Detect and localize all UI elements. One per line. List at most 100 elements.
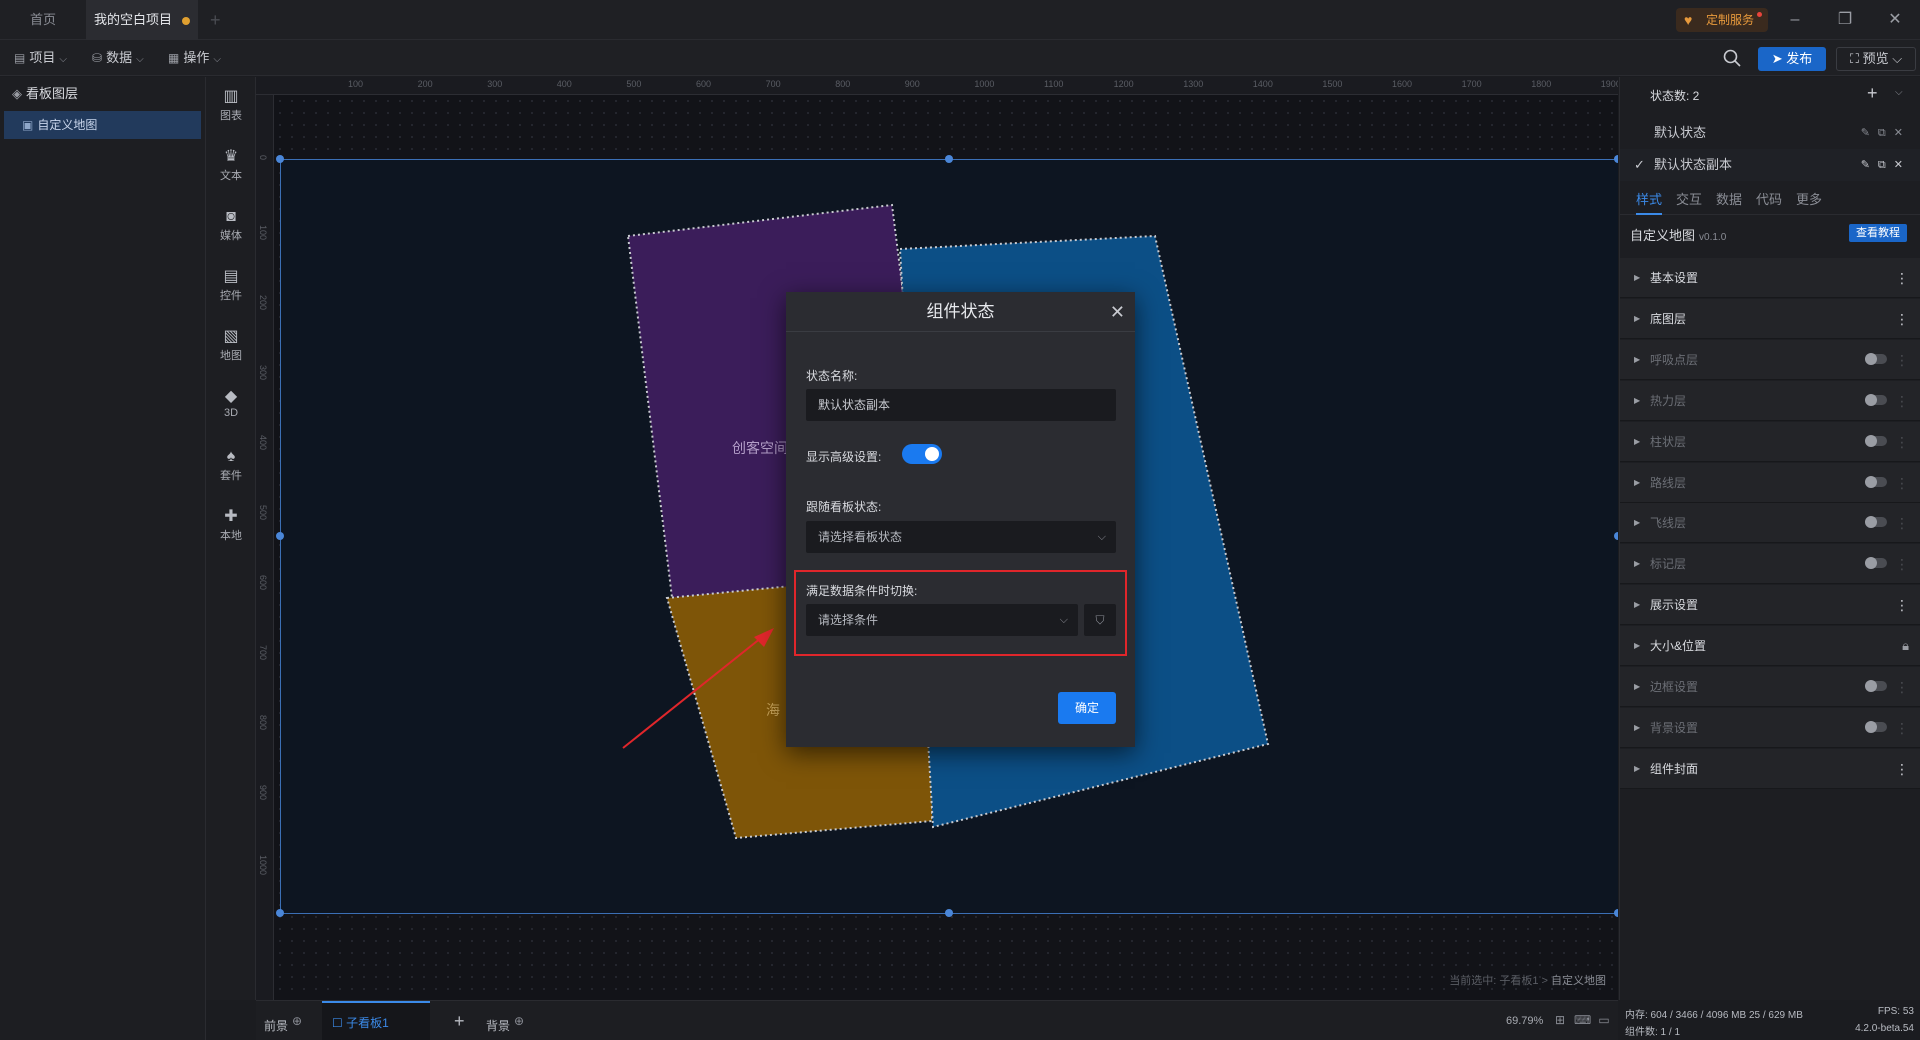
component-chart[interactable]: ▥ 图表 (206, 87, 256, 123)
component-media[interactable]: ◙ 媒体 (206, 207, 256, 243)
selection-path: 当前选中: 子看板1 > 自定义地图 (1449, 972, 1606, 988)
state-row-active[interactable]: ✓ 默认状态副本 ✎⧉✕ (1620, 149, 1920, 181)
layers-header: ◈ 看板图层 (0, 77, 205, 111)
keyboard-icon[interactable]: ⌨ (1574, 1013, 1591, 1029)
state-actions[interactable]: ✎⧉✕ (1861, 149, 1911, 181)
tab-interaction[interactable]: 交互 (1676, 185, 1702, 215)
tab-label: 样式 (1636, 192, 1663, 207)
tab-code[interactable]: 代码 (1756, 185, 1782, 215)
component-local[interactable]: ✚ 本地 (206, 507, 256, 543)
title-bar: 首页 我的空白项目 + ♥ 定制服务 – ❐ ✕ (0, 0, 1920, 40)
settings-section[interactable]: ▶ 边框设置 ⋮ (1620, 667, 1920, 707)
more-vertical-icon[interactable]: ⋮ (1895, 544, 1909, 584)
settings-section[interactable]: ▶ 标记层 ⋮ (1620, 544, 1920, 585)
tab-home[interactable]: 首页 (0, 0, 86, 40)
settings-section[interactable]: ▶ 底图层 ⋮ (1620, 298, 1920, 339)
condition-select[interactable]: 请选择条件 ⌵ (806, 604, 1078, 636)
chevron-down-icon: ⌵ (1097, 531, 1106, 543)
close-window-icon[interactable]: ✕ (1870, 0, 1920, 40)
chevron-down-icon[interactable]: ⌵ (1895, 87, 1903, 98)
more-vertical-icon[interactable]: ⋮ (1895, 463, 1909, 503)
section-toggle[interactable] (1865, 352, 1887, 365)
preview-button[interactable]: ⛶ 预览 ⌵ (1836, 47, 1916, 71)
add-circle-icon[interactable]: ⊕ (292, 1014, 302, 1028)
more-vertical-icon[interactable]: ⋮ (1895, 340, 1909, 380)
search-icon[interactable] (1722, 48, 1742, 68)
more-vertical-icon[interactable]: ⋮ (1895, 585, 1909, 625)
status-stats: 内存: 604 / 3466 / 4096 MB 25 / 629 MB FPS… (1619, 1000, 1920, 1040)
settings-section[interactable]: ▶ 热力层 ⋮ (1620, 380, 1920, 421)
custom-service-button[interactable]: ♥ 定制服务 (1676, 8, 1768, 32)
section-toggle[interactable] (1865, 557, 1887, 570)
zoom-level[interactable]: 69.79% (1506, 1001, 1543, 1040)
section-toggle[interactable] (1865, 434, 1887, 447)
add-tab-icon[interactable]: + (210, 0, 221, 40)
add-circle-icon[interactable]: ⊕ (514, 1014, 524, 1028)
lock-icon[interactable]: 🔒︎ (1902, 626, 1909, 666)
section-toggle[interactable] (1865, 720, 1887, 733)
board-state-select[interactable]: 请选择看板状态 ⌵ (806, 521, 1116, 553)
settings-section[interactable]: ▶ 组件封面 ⋮ (1620, 748, 1920, 789)
advanced-settings-toggle[interactable] (902, 444, 942, 464)
settings-section[interactable]: ▶ 呼吸点层 ⋮ (1620, 339, 1920, 380)
more-vertical-icon[interactable]: ⋮ (1895, 258, 1909, 298)
more-vertical-icon[interactable]: ⋮ (1895, 299, 1909, 339)
tab-background[interactable]: 背景 ⊕ (486, 1001, 524, 1040)
publish-button[interactable]: ➤ 发布 (1758, 47, 1826, 71)
tab-project[interactable]: 我的空白项目 (86, 0, 198, 40)
filter-condition-button[interactable]: ⛉ (1084, 604, 1116, 636)
section-toggle[interactable] (1865, 680, 1887, 692)
terminal-icon[interactable]: ▭ (1596, 1013, 1612, 1029)
settings-section[interactable]: ▶ 路线层 ⋮ (1620, 462, 1920, 503)
section-toggle[interactable] (1865, 516, 1887, 529)
tab-data[interactable]: 数据 (1716, 185, 1742, 215)
tab-style[interactable]: 样式 (1636, 185, 1663, 215)
add-state-icon[interactable]: + (1867, 83, 1878, 104)
menu-data[interactable]: ⛁ 数据 ⌵ (92, 40, 144, 76)
menu-operation[interactable]: ▦ 操作 ⌵ (168, 40, 221, 76)
tab-sub-board-1[interactable]: ☐ 子看板1 (322, 1001, 430, 1040)
more-vertical-icon[interactable]: ⋮ (1895, 422, 1909, 462)
component-text[interactable]: ♛ 文本 (206, 147, 256, 183)
settings-section[interactable]: ▶ 飞线层 ⋮ (1620, 503, 1920, 544)
section-toggle[interactable] (1865, 393, 1887, 406)
more-vertical-icon[interactable]: ⋮ (1895, 381, 1909, 421)
component-kit[interactable]: ♠ 套件 (206, 447, 256, 483)
component-control[interactable]: ▤ 控件 (206, 267, 256, 303)
restore-icon[interactable]: ❐ (1820, 0, 1870, 40)
more-vertical-icon[interactable]: ⋮ (1895, 667, 1909, 707)
settings-section[interactable]: ▶ 大小&位置 🔒︎ (1620, 626, 1920, 667)
state-label: 默认状态 (1654, 125, 1707, 140)
settings-section[interactable]: ▶ 基本设置 ⋮ (1620, 258, 1920, 298)
view-tutorial-button[interactable]: 查看教程 (1849, 224, 1907, 242)
tab-label: 更多 (1796, 192, 1823, 207)
menu-project[interactable]: ▤ 项目 ⌵ (14, 40, 67, 76)
layer-item-custom-map[interactable]: ▣ 自定义地图 (4, 111, 201, 139)
component-3d[interactable]: ◆ 3D (206, 387, 256, 419)
more-vertical-icon[interactable]: ⋮ (1895, 708, 1909, 748)
settings-section[interactable]: ▶ 背景设置 ⋮ (1620, 707, 1920, 748)
selection-prefix: 当前选中: 子看板1 > (1449, 975, 1548, 987)
expand-triangle-icon: ▶ (1634, 354, 1641, 364)
settings-section[interactable]: ▶ 柱状层 ⋮ (1620, 421, 1920, 462)
more-vertical-icon[interactable]: ⋮ (1895, 749, 1909, 789)
more-vertical-icon[interactable]: ⋮ (1895, 503, 1909, 543)
tab-more[interactable]: 更多 (1796, 185, 1822, 215)
state-actions[interactable]: ✎⧉✕ (1861, 117, 1911, 149)
tab-foreground[interactable]: 前景 ⊕ (264, 1001, 302, 1040)
component-map[interactable]: ▧ 地图 (206, 327, 256, 363)
dialog-header: 组件状态 ✕ (786, 292, 1135, 332)
state-row[interactable]: 默认状态 ✎⧉✕ (1620, 117, 1920, 149)
fit-screen-icon[interactable]: ⊞ (1552, 1013, 1568, 1029)
state-name-input[interactable]: 默认状态副本 (806, 389, 1116, 421)
add-board-icon[interactable]: + (454, 1001, 465, 1040)
tab-label: 背景 (486, 1019, 511, 1033)
expand-triangle-icon: ▶ (1634, 273, 1641, 282)
settings-section[interactable]: ▶ 展示设置 ⋮ (1620, 585, 1920, 626)
confirm-button[interactable]: 确定 (1058, 692, 1116, 724)
minimize-icon[interactable]: – (1770, 0, 1820, 40)
close-icon[interactable]: ✕ (1110, 292, 1125, 332)
chart-icon: ▥ (223, 88, 239, 105)
section-toggle[interactable] (1865, 475, 1887, 488)
property-tabs: 样式 交互 数据 代码 更多 (1620, 185, 1920, 215)
